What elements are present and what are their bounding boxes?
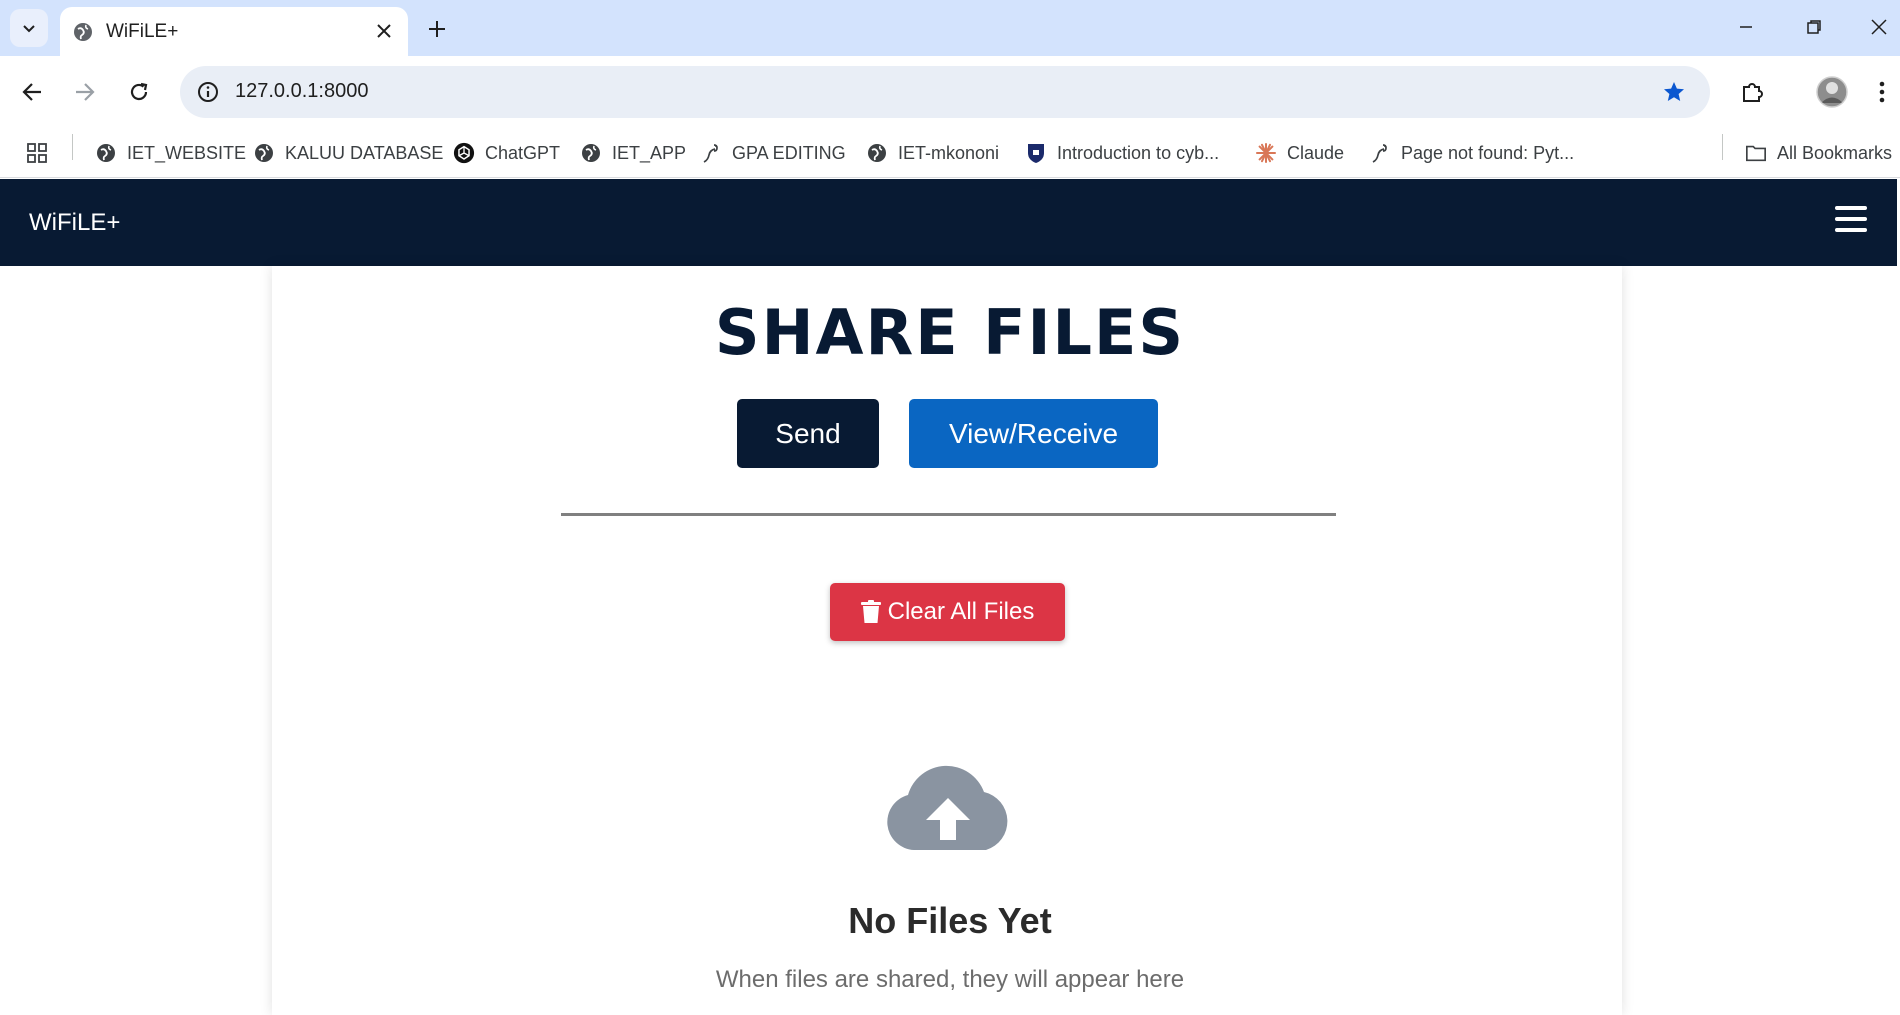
- back-button[interactable]: [12, 72, 52, 112]
- view-receive-button[interactable]: View/Receive: [909, 399, 1158, 468]
- bookmarks-divider: [1722, 134, 1723, 160]
- bookmark-item[interactable]: GPA EDITING: [700, 139, 846, 167]
- restore-icon: [1807, 20, 1821, 34]
- empty-state-subtitle: When files are shared, they will appear …: [715, 966, 1185, 993]
- bookmark-item[interactable]: Page not found: Pyt...: [1369, 139, 1574, 167]
- all-bookmarks-label: All Bookmarks: [1777, 142, 1893, 163]
- section-divider: [561, 513, 1336, 516]
- site-info-icon[interactable]: [194, 78, 222, 106]
- browser-menu-button[interactable]: [1868, 72, 1896, 112]
- apps-button[interactable]: [26, 139, 48, 167]
- python-icon: [1369, 142, 1391, 164]
- bookmark-label: IET_APP: [612, 142, 687, 163]
- tab-strip: WiFiLE+: [0, 0, 1900, 56]
- new-tab-button[interactable]: [420, 12, 454, 46]
- address-bar[interactable]: 127.0.0.1:8000: [180, 66, 1710, 118]
- bookmark-item[interactable]: Claude: [1255, 139, 1344, 167]
- bookmark-item[interactable]: ChatGPT: [453, 139, 560, 167]
- minimize-icon: [1740, 26, 1752, 28]
- hamburger-menu-icon[interactable]: [1835, 206, 1867, 238]
- bookmark-label: IET-mkononi: [898, 142, 1000, 163]
- profile-avatar[interactable]: [1812, 72, 1852, 112]
- globe-icon: [866, 142, 888, 164]
- chatgpt-icon: [453, 142, 475, 164]
- bookmarks-bar: IET_WEBSITE KALUU DATABASE ChatGPT IET_A…: [0, 128, 1900, 178]
- all-bookmarks-button[interactable]: All Bookmarks: [1745, 139, 1892, 167]
- bookmark-item[interactable]: IET_WEBSITE: [95, 139, 246, 167]
- page-title: SHARE FILES: [714, 296, 1186, 369]
- arrow-left-icon: [22, 83, 41, 101]
- close-window-button[interactable]: [1857, 8, 1900, 46]
- bookmark-star-icon[interactable]: [1660, 78, 1688, 106]
- bookmark-label: GPA EDITING: [732, 142, 846, 163]
- site-navbar: WiFiLE+: [0, 179, 1897, 266]
- bookmark-item[interactable]: IET-mkononi: [866, 139, 999, 167]
- arrow-right-icon: [76, 83, 95, 101]
- tab-search-button[interactable]: [10, 9, 48, 47]
- puzzle-icon: [1743, 83, 1763, 102]
- empty-state-title: No Files Yet: [848, 900, 1052, 941]
- bookmark-label: KALUU DATABASE: [285, 142, 444, 163]
- reload-icon: [130, 82, 148, 101]
- globe-icon: [74, 23, 92, 41]
- bookmark-label: Page not found: Pyt...: [1401, 142, 1575, 163]
- apps-grid-icon: [27, 143, 47, 163]
- more-vertical-icon: [1879, 81, 1885, 103]
- cloud-upload-icon: [887, 765, 1008, 850]
- bookmark-item[interactable]: IET_APP: [580, 139, 686, 167]
- extensions-button[interactable]: [1733, 72, 1773, 112]
- plus-icon: [429, 21, 445, 37]
- restore-button[interactable]: [1787, 8, 1841, 46]
- folder-icon: [1745, 142, 1767, 164]
- tab-close-button[interactable]: [370, 17, 398, 45]
- python-icon: [700, 142, 722, 164]
- browser-tab[interactable]: WiFiLE+: [60, 7, 408, 56]
- forward-button[interactable]: [65, 72, 105, 112]
- bookmark-item[interactable]: Introduction to cyb...: [1025, 139, 1219, 167]
- browser-toolbar: 127.0.0.1:8000: [0, 56, 1900, 128]
- bookmark-item[interactable]: KALUU DATABASE: [253, 139, 443, 167]
- globe-icon: [95, 142, 117, 164]
- shield-icon: [1025, 142, 1047, 164]
- bookmark-label: ChatGPT: [485, 142, 561, 163]
- trash-icon: [860, 600, 881, 624]
- bookmarks-divider: [72, 134, 73, 160]
- bookmark-label: IET_WEBSITE: [127, 142, 247, 163]
- claude-icon: [1255, 142, 1277, 164]
- avatar-icon: [1816, 76, 1848, 108]
- globe-icon: [253, 142, 275, 164]
- close-icon: [1870, 19, 1887, 35]
- chevron-down-icon: [23, 25, 35, 33]
- close-icon: [377, 24, 391, 38]
- clear-all-files-label: Clear All Files: [887, 598, 1035, 625]
- send-button[interactable]: Send: [737, 399, 879, 468]
- minimize-button[interactable]: [1719, 8, 1773, 46]
- bookmark-label: Claude: [1287, 142, 1345, 163]
- clear-all-files-button[interactable]: Clear All Files: [830, 583, 1065, 641]
- tab-title: WiFiLE+: [106, 21, 179, 42]
- bookmark-label: Introduction to cyb...: [1057, 142, 1220, 163]
- globe-icon: [580, 142, 602, 164]
- reload-button[interactable]: [119, 72, 159, 112]
- navbar-brand[interactable]: WiFiLE+: [29, 209, 120, 237]
- url-text: 127.0.0.1:8000: [235, 80, 369, 102]
